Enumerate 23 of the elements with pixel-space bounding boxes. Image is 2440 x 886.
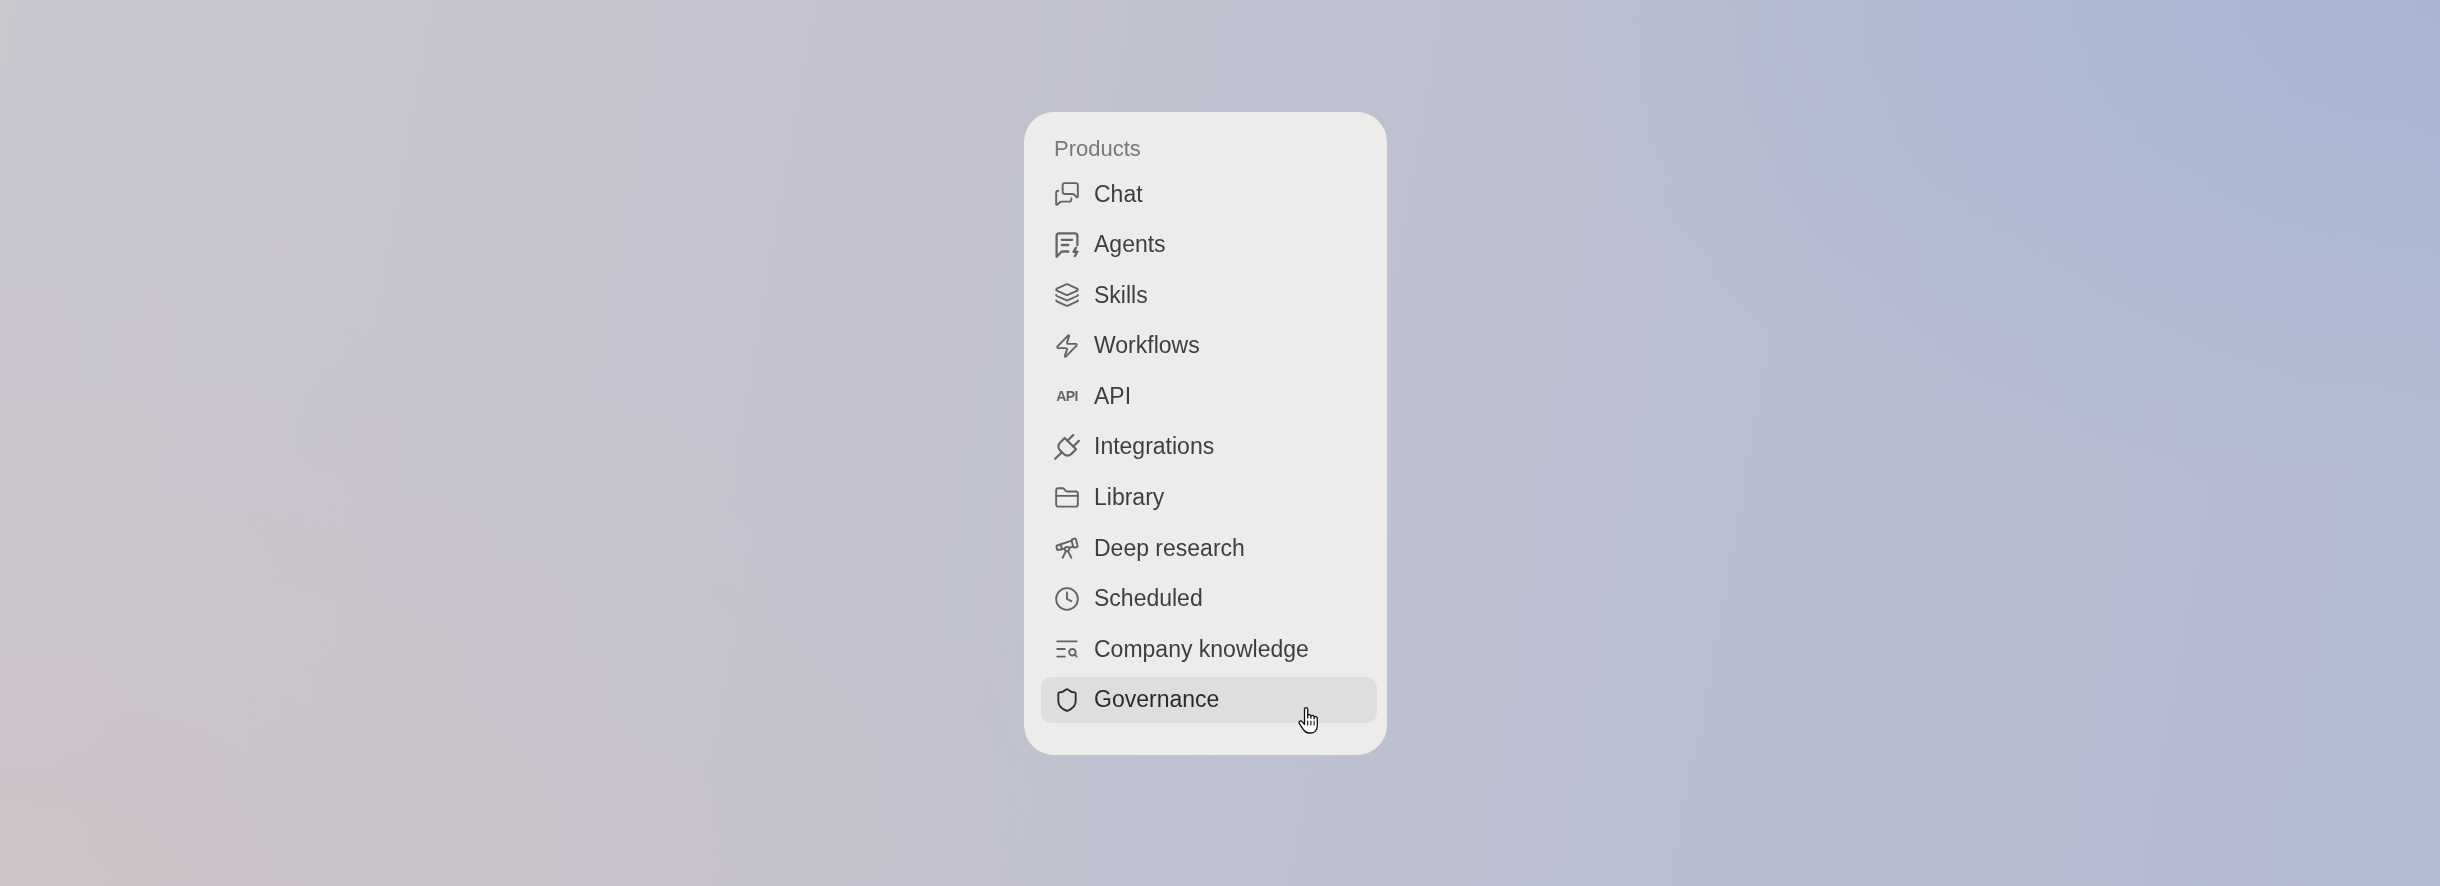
- menu-item[interactable]: Governance: [1041, 676, 1377, 723]
- menu-item[interactable]: API API: [1041, 373, 1377, 420]
- menu-item[interactable]: Chat: [1041, 171, 1377, 217]
- shield-icon: [1054, 686, 1080, 713]
- chat-bubbles-icon: [1054, 181, 1080, 207]
- message-bolt-icon: [1054, 231, 1080, 258]
- layers-icon: [1054, 282, 1080, 309]
- clock-icon: [1054, 585, 1080, 612]
- folder-icon: [1054, 484, 1080, 511]
- menu-item[interactable]: Agents: [1041, 221, 1377, 268]
- menu-item[interactable]: Skills: [1041, 272, 1377, 319]
- hand-pointer-icon: [1298, 705, 1320, 734]
- plug-icon: [1054, 433, 1080, 460]
- telescope-icon: [1054, 535, 1080, 562]
- menu-item[interactable]: Company knowledge: [1041, 626, 1377, 673]
- menu-section-heading: Products: [1053, 136, 1141, 162]
- menu-item[interactable]: Scheduled: [1041, 575, 1377, 622]
- menu-item[interactable]: Deep research: [1041, 525, 1377, 572]
- menu-item[interactable]: Integrations: [1041, 423, 1377, 470]
- lightning-bolt-icon: [1054, 332, 1080, 359]
- menu-item[interactable]: Library: [1041, 474, 1377, 521]
- menu-item[interactable]: Workflows: [1041, 322, 1377, 369]
- api-text-icon: API: [1054, 389, 1080, 404]
